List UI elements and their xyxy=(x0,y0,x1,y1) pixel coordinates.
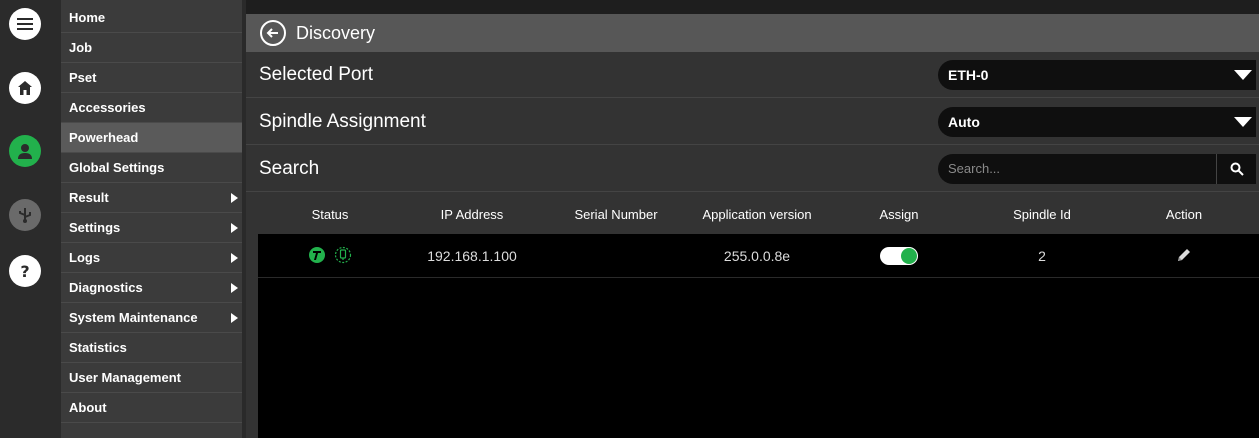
search-box xyxy=(938,153,1256,184)
sidebar-item-diagnostics[interactable]: Diagnostics xyxy=(61,273,242,303)
selected-port-label: Selected Port xyxy=(259,63,374,85)
user-icon[interactable] xyxy=(9,135,41,167)
page-title: Discovery xyxy=(296,22,376,43)
sidebar-item-label: Statistics xyxy=(69,340,127,355)
chevron-right-icon xyxy=(231,312,238,323)
sidebar-item-label: Job xyxy=(69,40,93,55)
sidebar-item-label: Accessories xyxy=(69,100,146,115)
sidebar-item-job[interactable]: Job xyxy=(61,33,242,63)
device-table: 192.168.1.100 255.0.0.8e 2 xyxy=(258,234,1259,438)
sidebar-item-label: Global Settings xyxy=(69,160,165,175)
sidebar-item-label: About xyxy=(69,400,107,415)
sidebar-item-label: User Management xyxy=(69,370,181,385)
spindle-id-cell: 2 xyxy=(1038,248,1046,264)
sidebar-item-label: Pset xyxy=(69,70,97,85)
sidebar-item-statistics[interactable]: Statistics xyxy=(61,333,242,363)
tool-status-icon xyxy=(308,246,326,267)
sidebar-item-pset[interactable]: Pset xyxy=(61,63,242,93)
sidebar-item-label: Home xyxy=(69,10,106,25)
selected-port-row: Selected Port ETH-0 xyxy=(246,52,1259,98)
column-header-status: Status xyxy=(311,206,349,222)
sidebar-item-global-settings[interactable]: Global Settings xyxy=(61,153,242,183)
spindle-assignment-label: Spindle Assignment xyxy=(259,110,426,132)
action-cell xyxy=(1144,234,1224,278)
edit-pencil-icon[interactable] xyxy=(1175,246,1193,267)
application-version-cell: 255.0.0.8e xyxy=(723,248,791,264)
toggle-knob xyxy=(901,248,917,264)
column-header-spindle-id: Spindle Id xyxy=(1013,206,1071,222)
sidebar-item-label: System Maintenance xyxy=(69,310,198,325)
spindle-status-icon xyxy=(334,246,352,267)
sidebar-item-user-management[interactable]: User Management xyxy=(61,363,242,393)
column-header-assign: Assign xyxy=(879,206,919,222)
sidebar-item-powerhead[interactable]: Powerhead xyxy=(61,123,242,153)
sidebar-item-logs[interactable]: Logs xyxy=(61,243,242,273)
sidebar-item-about[interactable]: About xyxy=(61,393,242,423)
discovery-panel: Discovery Selected Port ETH-0 Spindle As… xyxy=(246,14,1259,438)
column-header-serial-number: Serial Number xyxy=(574,206,658,222)
sidebar-item-home[interactable]: Home xyxy=(61,3,242,33)
sidebar-item-label: Settings xyxy=(69,220,121,235)
sidebar-item-label: Powerhead xyxy=(69,130,139,145)
sidebar-item-label: Diagnostics xyxy=(69,280,143,295)
menu-icon[interactable] xyxy=(9,8,41,40)
column-header-action: Action xyxy=(1165,206,1203,222)
column-header-application-version: Application version xyxy=(702,206,812,222)
table-header: Status IP Address Serial Number Applicat… xyxy=(246,194,1259,234)
spindle-assignment-value: Auto xyxy=(948,113,980,130)
selected-port-dropdown[interactable]: ETH-0 xyxy=(938,59,1256,90)
chevron-right-icon xyxy=(231,252,238,263)
selected-port-value: ETH-0 xyxy=(948,66,989,83)
home-icon[interactable] xyxy=(9,72,41,104)
assign-toggle[interactable] xyxy=(880,247,918,265)
ip-address-cell: 192.168.1.100 xyxy=(427,248,517,264)
search-row: Search xyxy=(246,146,1259,192)
caret-down-icon xyxy=(1234,69,1252,80)
table-row[interactable]: 192.168.1.100 255.0.0.8e 2 xyxy=(258,234,1259,278)
sidebar-menu: Home Job Pset Accessories Powerhead Glob… xyxy=(61,0,242,438)
sidebar-item-result[interactable]: Result xyxy=(61,183,242,213)
svg-text:?: ? xyxy=(20,262,29,280)
search-icon[interactable] xyxy=(1216,153,1256,184)
sidebar-item-accessories[interactable]: Accessories xyxy=(61,93,242,123)
column-header-ip-address: IP Address xyxy=(440,206,504,222)
icon-rail: ? xyxy=(0,0,61,438)
chevron-right-icon xyxy=(231,192,238,203)
sidebar-item-settings[interactable]: Settings xyxy=(61,213,242,243)
sidebar-item-label: Logs xyxy=(69,250,101,265)
back-arrow-icon[interactable] xyxy=(260,20,286,46)
help-icon[interactable]: ? xyxy=(9,255,41,287)
search-input[interactable] xyxy=(938,161,1214,176)
sidebar-item-label: Result xyxy=(69,190,109,205)
chevron-right-icon xyxy=(231,282,238,293)
serial-number-cell xyxy=(556,234,676,278)
page-header: Discovery xyxy=(246,14,1259,52)
spindle-assignment-row: Spindle Assignment Auto xyxy=(246,99,1259,145)
chevron-right-icon xyxy=(231,222,238,233)
status-cell xyxy=(280,234,380,278)
sidebar-item-system-maintenance[interactable]: System Maintenance xyxy=(61,303,242,333)
assign-cell xyxy=(859,234,939,278)
spindle-assignment-dropdown[interactable]: Auto xyxy=(938,106,1256,137)
search-label: Search xyxy=(259,157,320,179)
caret-down-icon xyxy=(1234,116,1252,127)
usb-icon[interactable] xyxy=(9,199,41,231)
